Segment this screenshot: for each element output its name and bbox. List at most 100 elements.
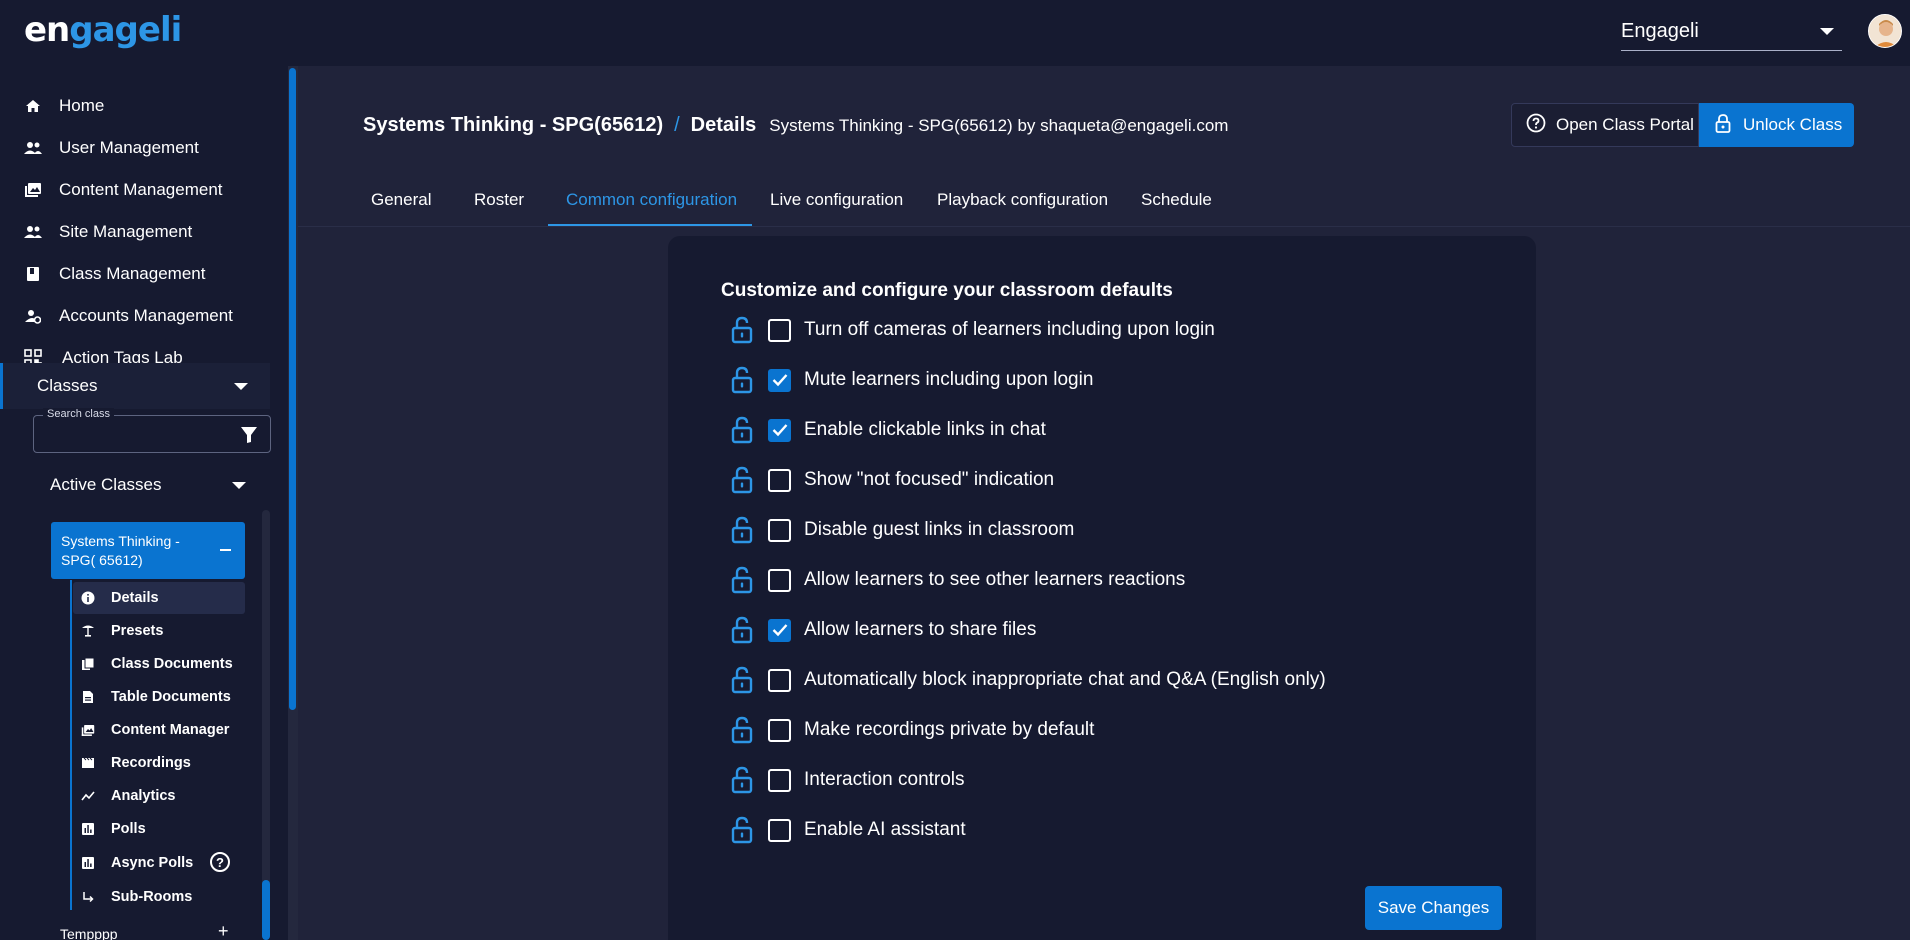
organization-select[interactable]: Engageli — [1621, 16, 1842, 51]
option-label: Interaction controls — [804, 769, 965, 790]
class-nav-details[interactable]: Details — [73, 582, 245, 614]
nav-item-home[interactable]: Home — [0, 87, 280, 125]
config-option: Show "not focused" indication — [730, 465, 1450, 495]
book-icon — [24, 265, 42, 283]
tab-label: Roster — [474, 190, 525, 209]
class-nav-analytics[interactable]: Analytics — [73, 780, 245, 812]
class-nav-content-manager[interactable]: Content Manager — [73, 714, 245, 746]
class-nav-label: Polls — [111, 821, 146, 837]
configuration-card: Customize and configure your classroom d… — [668, 236, 1536, 940]
unlocked-lock-icon[interactable] — [730, 615, 754, 645]
main-content: Systems Thinking - SPG(65612) / Details … — [298, 66, 1910, 940]
selected-class-label: Systems Thinking - SPG( 65612) — [61, 533, 180, 568]
option-checkbox[interactable] — [768, 768, 791, 792]
nav-item-accounts-management[interactable]: Accounts Management — [0, 297, 280, 335]
class-nav-presets[interactable]: Presets — [73, 615, 245, 647]
class-nav-label: Sub-Rooms — [111, 889, 193, 905]
search-class-input[interactable] — [42, 422, 232, 446]
nav-item-content-management[interactable]: Content Management — [0, 171, 280, 209]
config-option: Enable clickable links in chat — [730, 415, 1450, 445]
class-nav-label: Content Manager — [111, 722, 230, 738]
config-option: Allow learners to see other learners rea… — [730, 565, 1450, 595]
unlocked-lock-icon[interactable] — [730, 715, 754, 745]
tab-live-configuration[interactable]: Live configuration — [770, 66, 905, 209]
user-avatar[interactable] — [1868, 14, 1902, 48]
organization-select-value: Engageli — [1621, 20, 1699, 42]
unlocked-lock-icon[interactable] — [730, 515, 754, 545]
tab-roster[interactable]: Roster — [474, 66, 524, 209]
option-checkbox[interactable] — [768, 518, 791, 542]
config-option: Disable guest links in classroom — [730, 515, 1450, 545]
option-label: Show "not focused" indication — [804, 469, 1055, 490]
search-class-field[interactable]: Search class — [33, 408, 271, 453]
option-checkbox[interactable] — [768, 418, 791, 442]
sub-items-guide — [70, 580, 72, 910]
unlocked-lock-icon[interactable] — [730, 365, 754, 395]
class-nav-table-documents[interactable]: Table Documents — [73, 681, 245, 713]
top-bar: engageli Engageli — [0, 0, 1910, 66]
option-checkbox[interactable] — [768, 318, 791, 342]
class-nav-sub-rooms[interactable]: Sub-Rooms — [73, 881, 245, 913]
class-nav-recordings[interactable]: Recordings — [73, 747, 245, 779]
poll-icon — [81, 856, 95, 870]
poll-icon — [81, 822, 95, 836]
images-icon — [24, 181, 42, 199]
save-changes-button[interactable]: Save Changes — [1365, 886, 1502, 930]
option-checkbox[interactable] — [768, 368, 791, 392]
class-nav-polls[interactable]: Polls — [73, 813, 245, 845]
classes-section-toggle[interactable]: Classes — [0, 363, 270, 409]
tab-general[interactable]: General — [371, 66, 431, 209]
class-nav-class-documents[interactable]: Class Documents — [73, 648, 245, 680]
nav-item-label: Site Management — [59, 222, 193, 241]
class-nav-label: Details — [111, 590, 159, 606]
selected-class-card[interactable]: Systems Thinking - SPG( 65612) — [51, 522, 245, 579]
documents-icon — [81, 657, 95, 671]
unlocked-lock-icon[interactable] — [730, 765, 754, 795]
tab-common-configuration[interactable]: Common configuration — [566, 66, 737, 209]
nav-item-site-management[interactable]: Site Management — [0, 213, 280, 251]
option-checkbox[interactable] — [768, 468, 791, 492]
images-icon — [81, 723, 95, 737]
unlocked-lock-icon[interactable] — [730, 315, 754, 345]
help-icon[interactable]: ? — [210, 852, 230, 872]
chevron-down-icon — [234, 383, 248, 390]
account-settings-icon — [24, 307, 42, 325]
subdirectory-arrow-icon — [81, 890, 95, 904]
nav-item-user-management[interactable]: User Management — [0, 129, 280, 167]
option-checkbox[interactable] — [768, 668, 791, 692]
class-nav-label: Class Documents — [111, 656, 233, 672]
option-label: Enable clickable links in chat — [804, 419, 1046, 440]
option-checkbox[interactable] — [768, 818, 791, 842]
unlocked-lock-icon[interactable] — [730, 665, 754, 695]
option-label: Enable AI assistant — [804, 819, 966, 840]
unlocked-lock-icon[interactable] — [730, 415, 754, 445]
unlocked-lock-icon[interactable] — [730, 815, 754, 845]
nav-item-class-management[interactable]: Class Management — [0, 255, 280, 293]
users-icon — [24, 139, 42, 157]
option-label: Make recordings private by default — [804, 719, 1095, 740]
class-list-item[interactable]: Tempppp — [60, 926, 118, 940]
classes-section-label: Classes — [37, 376, 98, 395]
people-icon — [24, 223, 42, 241]
option-label: Allow learners to share files — [804, 619, 1037, 640]
tab-playback-configuration[interactable]: Playback configuration — [937, 66, 1108, 209]
tab-schedule[interactable]: Schedule — [1141, 66, 1212, 209]
nav-item-label: Class Management — [59, 264, 206, 283]
engageli-logo[interactable]: engageli — [24, 10, 182, 50]
collapse-icon[interactable] — [220, 549, 231, 551]
filter-icon[interactable] — [240, 426, 258, 449]
option-checkbox[interactable] — [768, 618, 791, 642]
tab-label: Common configuration — [566, 190, 738, 209]
option-checkbox[interactable] — [768, 568, 791, 592]
unlocked-lock-icon[interactable] — [730, 565, 754, 595]
tab-label: Live configuration — [770, 190, 904, 209]
sidebar-scrollbar[interactable] — [288, 66, 298, 940]
expand-icon[interactable]: + — [218, 921, 229, 940]
option-checkbox[interactable] — [768, 718, 791, 742]
active-classes-toggle[interactable]: Active Classes — [50, 470, 250, 500]
config-option: Turn off cameras of learners including u… — [730, 315, 1450, 345]
info-icon — [81, 591, 95, 605]
unlocked-lock-icon[interactable] — [730, 465, 754, 495]
option-label: Mute learners including upon login — [804, 369, 1094, 390]
class-list-scrollbar[interactable] — [262, 510, 270, 940]
